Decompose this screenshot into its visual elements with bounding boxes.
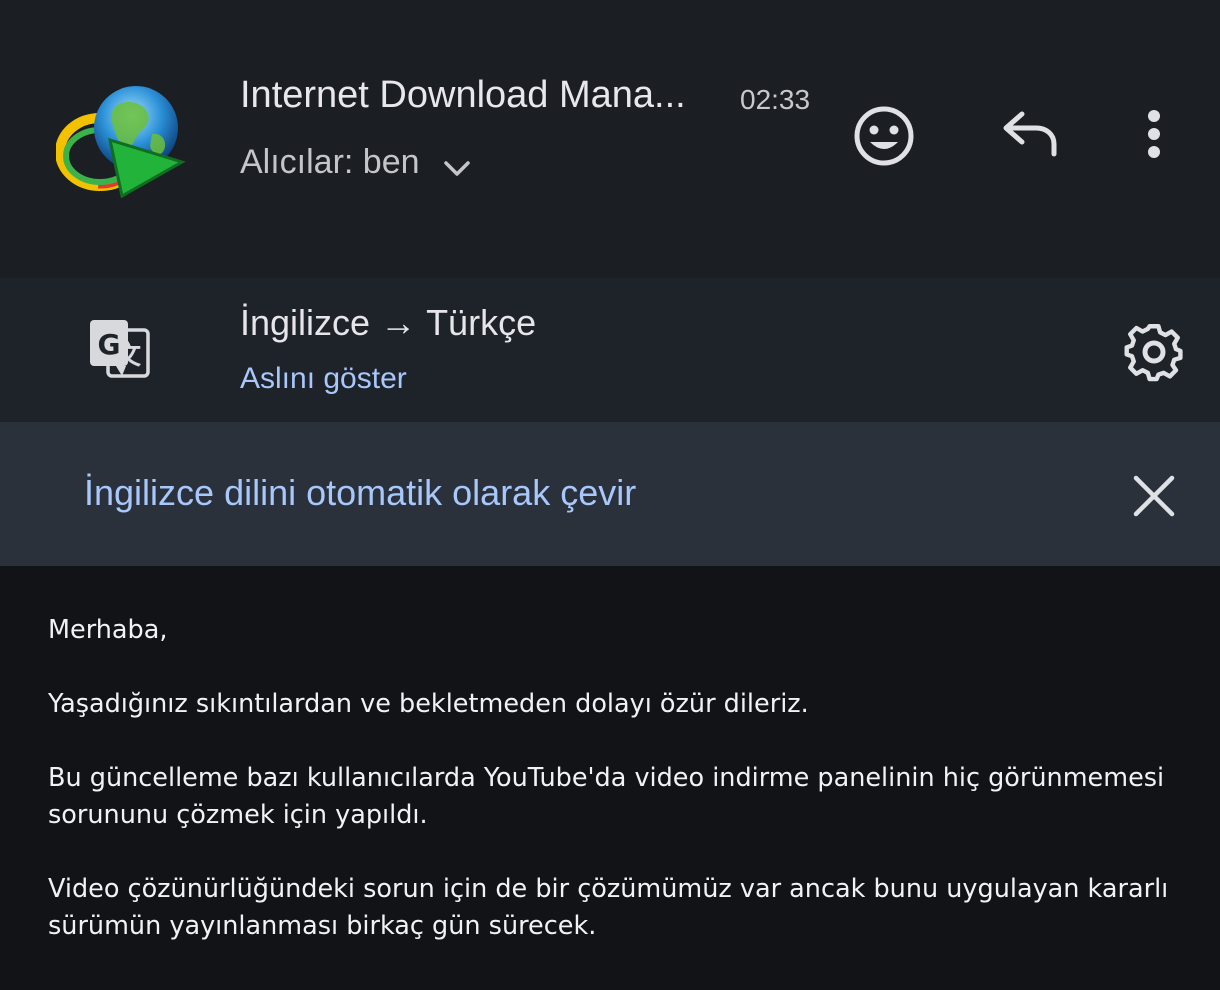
source-language: İngilizce [240,302,371,343]
message-time: 02:33 [740,84,811,115]
gear-icon[interactable] [1122,318,1186,382]
idm-logo-icon[interactable] [56,84,186,204]
auto-translate-banner: İngilizce dilini otomatik olarak çevir [0,422,1220,566]
recipients-label[interactable]: Alıcılar: ben [240,143,420,182]
body-paragraph-3-line-1: Video çözünürlüğündeki sorun için de bir… [48,874,1169,904]
translation-bar: 文 G İngilizce→Türkçe Aslını göster [0,278,1220,422]
chevron-down-icon[interactable] [440,154,474,182]
sender-name[interactable]: Internet Download Mana... [240,74,686,117]
language-pair: İngilizce → Türkçe [240,302,536,344]
target-language: Türkçe [426,302,537,343]
arrow-right-icon: → [380,302,417,343]
body-paragraph-2-line-1: Bu güncelleme bazı kullanıcılarda YouTub… [48,763,1165,793]
body-paragraph-3: Video çözünürlüğündeki sorun için de bir… [48,871,1178,945]
more-vert-icon[interactable] [1134,104,1174,168]
body-greeting: Merhaba, [48,615,168,645]
auto-translate-link[interactable]: İngilizce dilini otomatik olarak çevir [84,472,636,514]
show-original-link[interactable]: Aslını göster [240,362,407,396]
translate-icon: 文 G [86,318,154,382]
body-paragraph-2-line-2: sorununu çözmek için yapıldı. [48,800,428,830]
close-icon[interactable] [1130,472,1178,520]
body-paragraph-1: Yaşadığınız sıkıntılardan ve bekletmeden… [48,689,809,719]
reply-icon[interactable] [996,106,1062,166]
message-header: Internet Download Mana... 02:33 Alıcılar… [0,0,1220,278]
message-body: Merhaba, Yaşadığınız sıkıntılardan ve be… [48,612,1178,982]
svg-text:G: G [98,328,121,361]
body-paragraph-3-line-2: sürümün yayınlanması birkaç gün sürecek. [48,911,597,941]
emoji-react-icon[interactable] [850,102,918,170]
body-paragraph-2: Bu güncelleme bazı kullanıcılarda YouTub… [48,760,1178,834]
